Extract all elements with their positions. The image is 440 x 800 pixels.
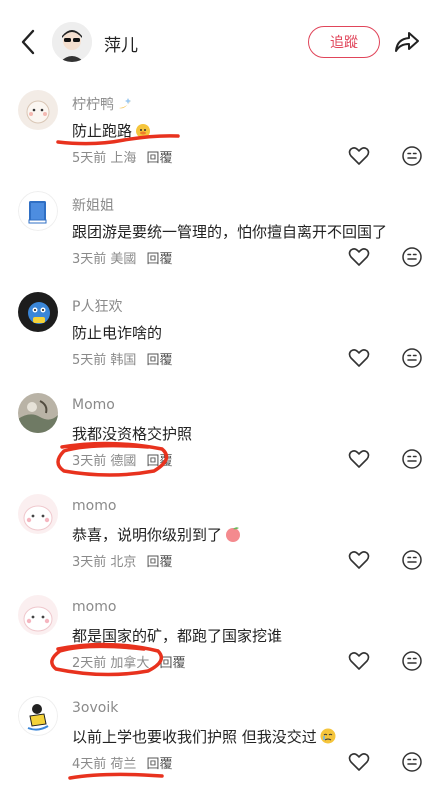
emoji-reaction-icon[interactable] [401, 751, 423, 773]
comment-item: 新姐姐 跟团游是要统一管理的，怕你擅自离开不回国了 3天前 美國 回覆 [0, 185, 440, 286]
user-avatar[interactable] [18, 696, 58, 736]
comment-meta: 5天前 上海 回覆 [72, 147, 172, 166]
heart-icon[interactable] [347, 346, 371, 370]
share-arrow-icon [395, 32, 419, 52]
user-avatar[interactable] [18, 292, 58, 332]
comment-text: 以前上学也要收我们护照 但我没交过 [72, 726, 337, 749]
follow-button[interactable]: 追蹤 [308, 26, 380, 58]
chevron-left-icon [21, 29, 35, 55]
comment-meta: 2天前 加拿大 回覆 [72, 652, 185, 671]
sparkle-moon-emoji-icon [116, 96, 134, 116]
author-avatar[interactable] [52, 22, 92, 62]
emoji-reaction-icon[interactable] [401, 145, 423, 167]
comment-item: 柠柠鸭 防止跑路 5天前 上海 回覆 [0, 84, 440, 185]
comment-time: 2天前 [72, 656, 107, 671]
comment-time: 3天前 [72, 555, 107, 570]
emoji-reaction-icon[interactable] [401, 549, 423, 571]
comment-username[interactable]: 3ovoik [72, 700, 118, 716]
crying-face-emoji-icon [319, 727, 337, 749]
comment-text: 都是国家的矿，都跑了国家挖谁 [72, 627, 283, 645]
user-avatar[interactable] [18, 90, 58, 130]
comment-location: 上海 [110, 151, 137, 166]
comment-text: 防止跑路 [72, 120, 152, 143]
comment-item: P人狂欢 防止电诈啥的 5天前 韩国 回覆 [0, 286, 440, 387]
reply-button[interactable]: 回覆 [146, 555, 172, 570]
user-avatar[interactable] [18, 494, 58, 534]
comment-list: 柠柠鸭 防止跑路 5天前 上海 回覆 新姐姐 跟团游是要统一管理的，怕你擅自离开不… [0, 84, 440, 791]
comment-username[interactable]: 柠柠鸭 [72, 94, 134, 116]
reply-button[interactable]: 回覆 [146, 353, 172, 368]
duck-emoji-icon [134, 121, 152, 143]
heart-icon[interactable] [347, 245, 371, 269]
comment-item: Momo 我都没资格交护照 3天前 德國 回覆 [0, 387, 440, 488]
comment-username[interactable]: P人狂欢 [72, 296, 122, 316]
comment-text: 我都没资格交护照 [72, 425, 193, 443]
comment-item: 3ovoik 以前上学也要收我们护照 但我没交过 4天前 荷兰 回覆 [0, 690, 440, 791]
comment-location: 美國 [110, 252, 137, 267]
heart-icon[interactable] [347, 750, 371, 774]
comment-text: 防止电诈啥的 [72, 324, 163, 342]
emoji-reaction-icon[interactable] [401, 347, 423, 369]
comment-time: 4天前 [72, 757, 107, 772]
user-avatar[interactable] [18, 191, 58, 231]
comment-username[interactable]: 新姐姐 [72, 195, 114, 215]
heart-icon[interactable] [347, 144, 371, 168]
reply-button[interactable]: 回覆 [159, 656, 185, 671]
heart-icon[interactable] [347, 649, 371, 673]
comment-username[interactable]: momo [72, 599, 116, 615]
comment-location: 加拿大 [110, 656, 150, 671]
peach-emoji-icon [224, 525, 242, 547]
comment-meta: 5天前 韩国 回覆 [72, 349, 172, 368]
top-bar: 萍儿 追蹤 [0, 0, 440, 84]
comment-item: momo 都是国家的矿，都跑了国家挖谁 2天前 加拿大 回覆 [0, 589, 440, 690]
comment-time: 3天前 [72, 252, 107, 267]
heart-icon[interactable] [347, 447, 371, 471]
reply-button[interactable]: 回覆 [146, 252, 172, 267]
comment-text: 恭喜，说明你级别到了 [72, 524, 242, 547]
back-button[interactable] [14, 26, 42, 58]
user-avatar[interactable] [18, 595, 58, 635]
comment-meta: 3天前 北京 回覆 [72, 551, 172, 570]
comment-item: momo 恭喜，说明你级别到了 3天前 北京 回覆 [0, 488, 440, 589]
emoji-reaction-icon[interactable] [401, 448, 423, 470]
comment-time: 3天前 [72, 454, 107, 469]
reply-button[interactable]: 回覆 [146, 151, 172, 166]
comment-time: 5天前 [72, 353, 107, 368]
comment-location: 韩国 [110, 353, 137, 368]
emoji-reaction-icon[interactable] [401, 246, 423, 268]
heart-icon[interactable] [347, 548, 371, 572]
reply-button[interactable]: 回覆 [146, 757, 172, 772]
author-name: 萍儿 [104, 36, 138, 56]
comment-username[interactable]: momo [72, 498, 116, 514]
comment-time: 5天前 [72, 151, 107, 166]
comment-text: 跟团游是要统一管理的，怕你擅自离开不回国了 [72, 223, 388, 241]
reply-button[interactable]: 回覆 [146, 454, 172, 469]
comment-meta: 3天前 德國 回覆 [72, 450, 172, 469]
comment-location: 荷兰 [110, 757, 137, 772]
comment-location: 德國 [110, 454, 137, 469]
emoji-reaction-icon[interactable] [401, 650, 423, 672]
user-avatar[interactable] [18, 393, 58, 433]
comment-meta: 3天前 美國 回覆 [72, 248, 172, 267]
share-button[interactable] [392, 27, 422, 57]
comment-username[interactable]: Momo [72, 397, 115, 413]
comment-meta: 4天前 荷兰 回覆 [72, 753, 172, 772]
comment-location: 北京 [110, 555, 137, 570]
